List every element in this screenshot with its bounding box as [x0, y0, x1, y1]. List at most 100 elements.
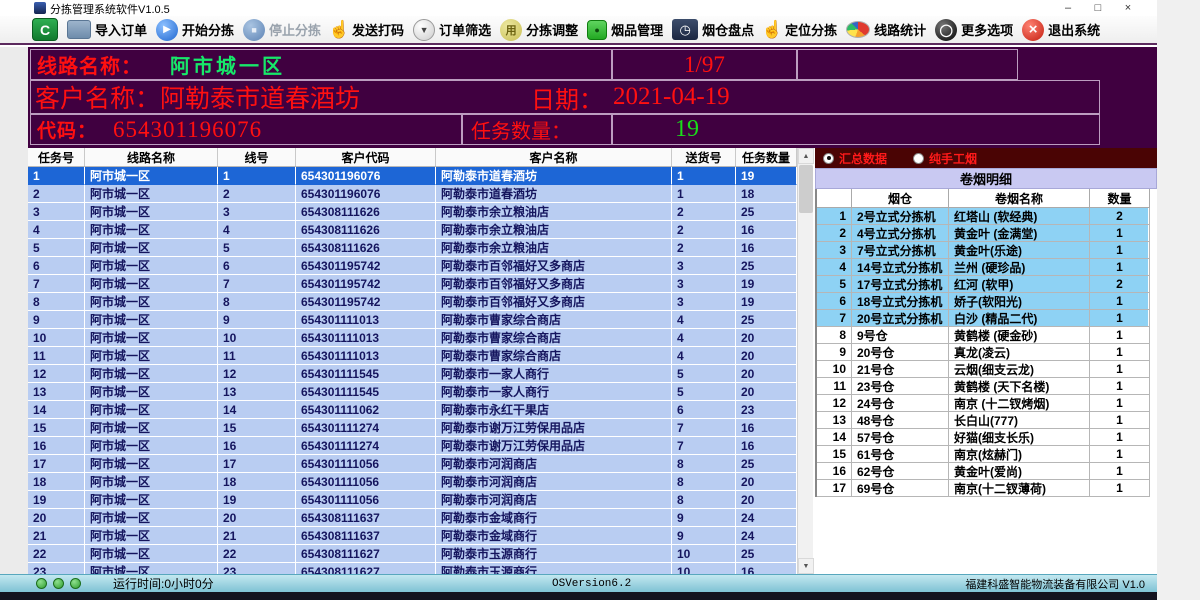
table-cell: 8: [672, 473, 736, 491]
table-cell: 阿勒泰市道春酒坊: [436, 185, 672, 203]
order-header: 线路名称： 阿市城一区 1/97 客户名称：阿勒泰市道春酒坊 日期： 2021-…: [0, 47, 1157, 148]
list-item[interactable]: 920号仓真龙(凌云)1: [817, 344, 1148, 361]
window-controls: – □ ×: [1053, 0, 1143, 16]
quantity-cell: 1: [1090, 242, 1150, 259]
table-cell: 8: [672, 455, 736, 473]
table-cell: 2: [672, 221, 736, 239]
list-item[interactable]: 1123号仓黄鹤楼 (天下名楼)1: [817, 378, 1148, 395]
radio-manual-cigarette[interactable]: 纯手工烟: [913, 150, 977, 167]
table-row[interactable]: 6阿市城一区6654301195742阿勒泰市百邻福好又多商店325: [28, 257, 797, 275]
toolbar-button-烟仓盘点[interactable]: 烟仓盘点: [672, 19, 754, 40]
table-row[interactable]: 23阿市城一区23654308111627阿勒泰市玉源商行1016: [28, 563, 797, 574]
table-cell: 18: [28, 473, 85, 491]
close-button[interactable]: ×: [1113, 0, 1143, 16]
list-item[interactable]: 1224号仓南京 (十二钗烤烟)1: [817, 395, 1148, 412]
table-row[interactable]: 9阿市城一区9654301111013阿勒泰市曹家综合商店425: [28, 311, 797, 329]
list-item[interactable]: 1662号仓黄金叶(爱尚)1: [817, 463, 1148, 480]
date-label: 日期：: [531, 80, 603, 115]
table-row[interactable]: 17阿市城一区17654301111056阿勒泰市河润商店825: [28, 455, 797, 473]
table-row[interactable]: 1阿市城一区1654301196076阿勒泰市道春酒坊119: [28, 167, 797, 185]
table-row[interactable]: 11阿市城一区11654301111013阿勒泰市曹家综合商店420: [28, 347, 797, 365]
table-row[interactable]: 15阿市城一区15654301111274阿勒泰市谢万江劳保用品店716: [28, 419, 797, 437]
table-cell: 16: [218, 437, 296, 455]
table-cell: 15: [218, 419, 296, 437]
toolbar-button-label: 停止分拣: [269, 20, 321, 39]
table-row[interactable]: 18阿市城一区18654301111056阿勒泰市河润商店820: [28, 473, 797, 491]
quantity-cell: 1: [1090, 463, 1150, 480]
table-cell: 阿勒泰市河润商店: [436, 473, 672, 491]
table-row[interactable]: 10阿市城一区10654301111013阿勒泰市曹家综合商店420: [28, 329, 797, 347]
list-item[interactable]: 1021号仓云烟(细支云龙)1: [817, 361, 1148, 378]
list-item[interactable]: 1769号仓南京(十二钗薄荷)1: [817, 480, 1148, 497]
scroll-up-icon[interactable]: ▲: [798, 148, 814, 164]
toolbar-button-发送打码[interactable]: 发送打码: [330, 19, 404, 41]
table-cell: 24: [736, 509, 797, 527]
table-row[interactable]: 12阿市城一区12654301111545阿勒泰市一家人商行520: [28, 365, 797, 383]
radio-summary-data[interactable]: 汇总数据: [823, 150, 887, 167]
list-item[interactable]: 89号仓黄鹤楼 (硬金砂)1: [817, 327, 1148, 344]
customer-label: 客户名称：: [31, 79, 160, 115]
table-cell: 2: [672, 239, 736, 257]
bin-cell: 18号立式分拣机: [852, 293, 949, 310]
table-row[interactable]: 5阿市城一区5654308111626阿勒泰市余立粮油店216: [28, 239, 797, 257]
toolbar-button-订单筛选[interactable]: 订单筛选: [413, 19, 491, 41]
table-row[interactable]: 7阿市城一区7654301195742阿勒泰市百邻福好又多商店319: [28, 275, 797, 293]
task-table-scrollbar[interactable]: ▲ ▼: [797, 148, 813, 574]
list-item[interactable]: 414号立式分拣机兰州 (硬珍品)1: [817, 259, 1148, 276]
minimize-button[interactable]: –: [1053, 0, 1083, 16]
toolbar-button-停止分拣[interactable]: 停止分拣: [243, 19, 321, 41]
table-cell: 1: [672, 167, 736, 185]
table-cell: 10: [672, 563, 736, 574]
bin-cell: 7号立式分拣机: [852, 242, 949, 259]
list-item[interactable]: 517号立式分拣机红河 (软甲)2: [817, 276, 1148, 293]
toolbar-button-label: 开始分拣: [182, 20, 234, 39]
list-item[interactable]: 720号立式分拣机白沙 (精品二代)1: [817, 310, 1148, 327]
code-cell: 代码： 654301196076: [30, 114, 462, 145]
table-row[interactable]: 13阿市城一区13654301111545阿勒泰市一家人商行520: [28, 383, 797, 401]
table-cell: 阿市城一区: [85, 203, 218, 221]
toolbar-button-线路统计[interactable]: 线路统计: [846, 20, 926, 39]
scrollbar-thumb[interactable]: [799, 165, 813, 213]
toolbar-button-开始分拣[interactable]: 开始分拣: [156, 19, 234, 41]
table-row[interactable]: 21阿市城一区21654308111637阿勒泰市金域商行924: [28, 527, 797, 545]
detail-panel-blank: [815, 497, 1157, 574]
table-row[interactable]: 8阿市城一区8654301195742阿勒泰市百邻福好又多商店319: [28, 293, 797, 311]
table-row[interactable]: 22阿市城一区22654308111627阿勒泰市玉源商行1025: [28, 545, 797, 563]
table-cell: 阿市城一区: [85, 491, 218, 509]
table-row[interactable]: 20阿市城一区20654308111637阿勒泰市金域商行924: [28, 509, 797, 527]
toolbar-button-定位分拣[interactable]: 定位分拣: [763, 19, 837, 41]
toolbar-button-烟品管理[interactable]: 烟品管理: [587, 20, 663, 40]
list-item[interactable]: 24号立式分拣机黄金叶 (金满堂)1: [817, 225, 1148, 242]
column-header: 烟仓: [852, 189, 949, 208]
table-cell: 5: [28, 239, 85, 257]
task-count-value: 19: [613, 116, 699, 143]
table-cell: 阿市城一区: [85, 437, 218, 455]
table-row[interactable]: 4阿市城一区4654308111626阿勒泰市余立粮油店216: [28, 221, 797, 239]
table-row[interactable]: 3阿市城一区3654308111626阿勒泰市余立粮油店225: [28, 203, 797, 221]
list-item[interactable]: 1457号仓好猫(细支长乐)1: [817, 429, 1148, 446]
list-item[interactable]: 37号立式分拣机黄金叶(乐途)1: [817, 242, 1148, 259]
maximize-button[interactable]: □: [1083, 0, 1113, 16]
table-row[interactable]: 16阿市城一区16654301111274阿勒泰市谢万江劳保用品店716: [28, 437, 797, 455]
list-item[interactable]: 618号立式分拣机娇子(软阳光)1: [817, 293, 1148, 310]
toolbar-button-退出系统[interactable]: 退出系统: [1022, 19, 1100, 41]
table-cell: 19: [28, 491, 85, 509]
table-row[interactable]: 14阿市城一区14654301111062阿勒泰市永红干果店623: [28, 401, 797, 419]
toolbar-button-更多选项[interactable]: 更多选项: [935, 19, 1013, 41]
task-count-label: 任务数量：: [463, 115, 571, 144]
table-cell: 16: [28, 437, 85, 455]
table-cell: 21: [28, 527, 85, 545]
table-cell: 18: [736, 185, 797, 203]
list-item[interactable]: 12号立式分拣机红塔山 (软经典)2: [817, 208, 1148, 225]
toolbar-button-logo[interactable]: [32, 18, 58, 41]
toolbar-button-导入订单[interactable]: 导入订单: [67, 20, 147, 39]
toolbar-button-分拣调整[interactable]: 分拣调整: [500, 19, 578, 41]
table-cell: 9: [672, 509, 736, 527]
scroll-down-icon[interactable]: ▼: [798, 558, 814, 574]
list-item[interactable]: 1348号仓长白山(777)1: [817, 412, 1148, 429]
list-item[interactable]: 1561号仓南京(炫赫门)1: [817, 446, 1148, 463]
table-cell: 10: [28, 329, 85, 347]
table-cell: 16: [736, 563, 797, 574]
table-row[interactable]: 19阿市城一区19654301111056阿勒泰市河润商店820: [28, 491, 797, 509]
table-row[interactable]: 2阿市城一区2654301196076阿勒泰市道春酒坊118: [28, 185, 797, 203]
